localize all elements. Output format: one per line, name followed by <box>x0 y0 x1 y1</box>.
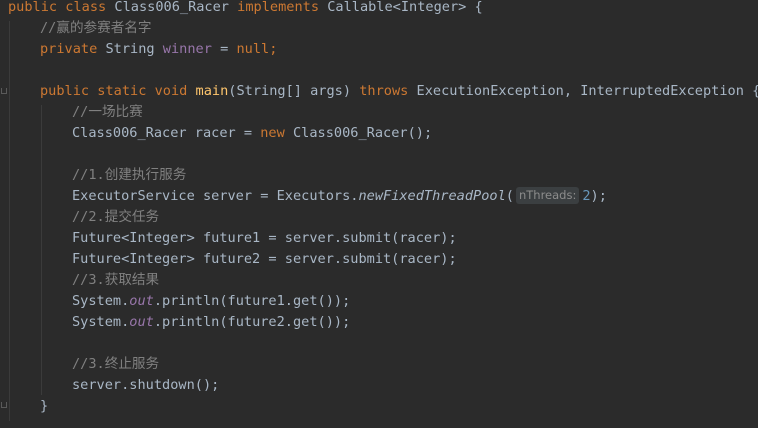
keyword: void <box>154 83 188 99</box>
code-line-1[interactable]: public class Class006_Racer implements C… <box>8 0 483 18</box>
code-text: ExecutorService server = Executors. <box>72 188 359 204</box>
keyword: class <box>65 0 107 15</box>
code-text: } <box>40 398 49 414</box>
keyword: implements <box>237 0 320 15</box>
code-text: ExecutionException, InterruptedException… <box>416 83 758 99</box>
code-line-5[interactable]: public static void main(String[] args) t… <box>40 81 758 102</box>
semicolon: ; <box>269 41 278 57</box>
code-line-18[interactable]: //3.终止服务 <box>72 354 159 375</box>
code-text: = <box>211 41 237 57</box>
comment: //赢的参赛者名字 <box>40 20 152 36</box>
comment: //3.终止服务 <box>72 356 160 372</box>
code-line-19[interactable]: server.shutdown(); <box>72 375 219 396</box>
code-line-3[interactable]: private String winner = null; <box>40 39 277 60</box>
code-editor[interactable]: public class Class006_Racer implements C… <box>0 0 758 428</box>
code-text: .println(future1.get()); <box>153 293 351 309</box>
class-name: Class006_Racer <box>114 0 229 15</box>
field-name: winner <box>162 41 212 57</box>
static-field: out <box>129 314 154 330</box>
code-text: System. <box>72 293 130 309</box>
code-line-7[interactable]: Class006_Racer racer = new Class006_Race… <box>72 123 432 144</box>
code-text: (String[] args) <box>228 83 352 99</box>
fold-marker-icon[interactable] <box>1 88 7 94</box>
code-text: Callable<Integer> { <box>327 0 483 15</box>
keyword: null <box>236 41 270 57</box>
comment: //1.创建执行服务 <box>72 167 187 183</box>
number-literal: 2 <box>582 188 591 204</box>
keyword: public <box>8 0 58 15</box>
code-line-14[interactable]: //3.获取结果 <box>72 270 159 291</box>
code-line-2[interactable]: //赢的参赛者名字 <box>40 18 152 39</box>
code-text: ); <box>590 188 607 204</box>
method-name: main <box>195 83 229 99</box>
code-text: Future<Integer> future2 = server.submit(… <box>72 251 457 267</box>
static-field: out <box>129 293 154 309</box>
code-line-12[interactable]: Future<Integer> future1 = server.submit(… <box>72 228 457 249</box>
code-text: Class006_Racer(); <box>284 125 433 141</box>
code-line-6[interactable]: //一场比赛 <box>72 102 143 123</box>
code-text: ( <box>505 188 514 204</box>
keyword: public <box>40 83 90 99</box>
code-line-20[interactable]: } <box>40 396 48 417</box>
parameter-hint: nThreads: <box>515 187 580 204</box>
code-line-16[interactable]: System.out.println(future2.get()); <box>72 312 350 333</box>
code-text: .println(future2.get()); <box>153 314 351 330</box>
code-text: Future<Integer> future1 = server.submit(… <box>72 230 457 246</box>
keyword: private <box>40 41 98 57</box>
code-text: System. <box>72 314 130 330</box>
code-line-10[interactable]: ExecutorService server = Executors.newFi… <box>72 186 607 207</box>
keyword: static <box>97 83 147 99</box>
comment: //一场比赛 <box>72 104 143 120</box>
code-text: server.shutdown(); <box>72 377 220 393</box>
keyword: new <box>260 125 285 141</box>
code-line-9[interactable]: //1.创建执行服务 <box>72 165 186 186</box>
indent-guide <box>41 105 42 395</box>
keyword: throws <box>359 83 409 99</box>
comment: //3.获取结果 <box>72 272 160 288</box>
comment: //2.提交任务 <box>72 209 160 225</box>
type-name: String <box>105 41 155 57</box>
method-call: newFixedThreadPool <box>358 188 506 204</box>
indent-guide <box>9 21 10 421</box>
code-text: Class006_Racer racer = <box>72 125 261 141</box>
fold-marker-icon[interactable] <box>1 402 7 408</box>
code-line-15[interactable]: System.out.println(future1.get()); <box>72 291 350 312</box>
code-line-13[interactable]: Future<Integer> future2 = server.submit(… <box>72 249 457 270</box>
code-line-11[interactable]: //2.提交任务 <box>72 207 159 228</box>
